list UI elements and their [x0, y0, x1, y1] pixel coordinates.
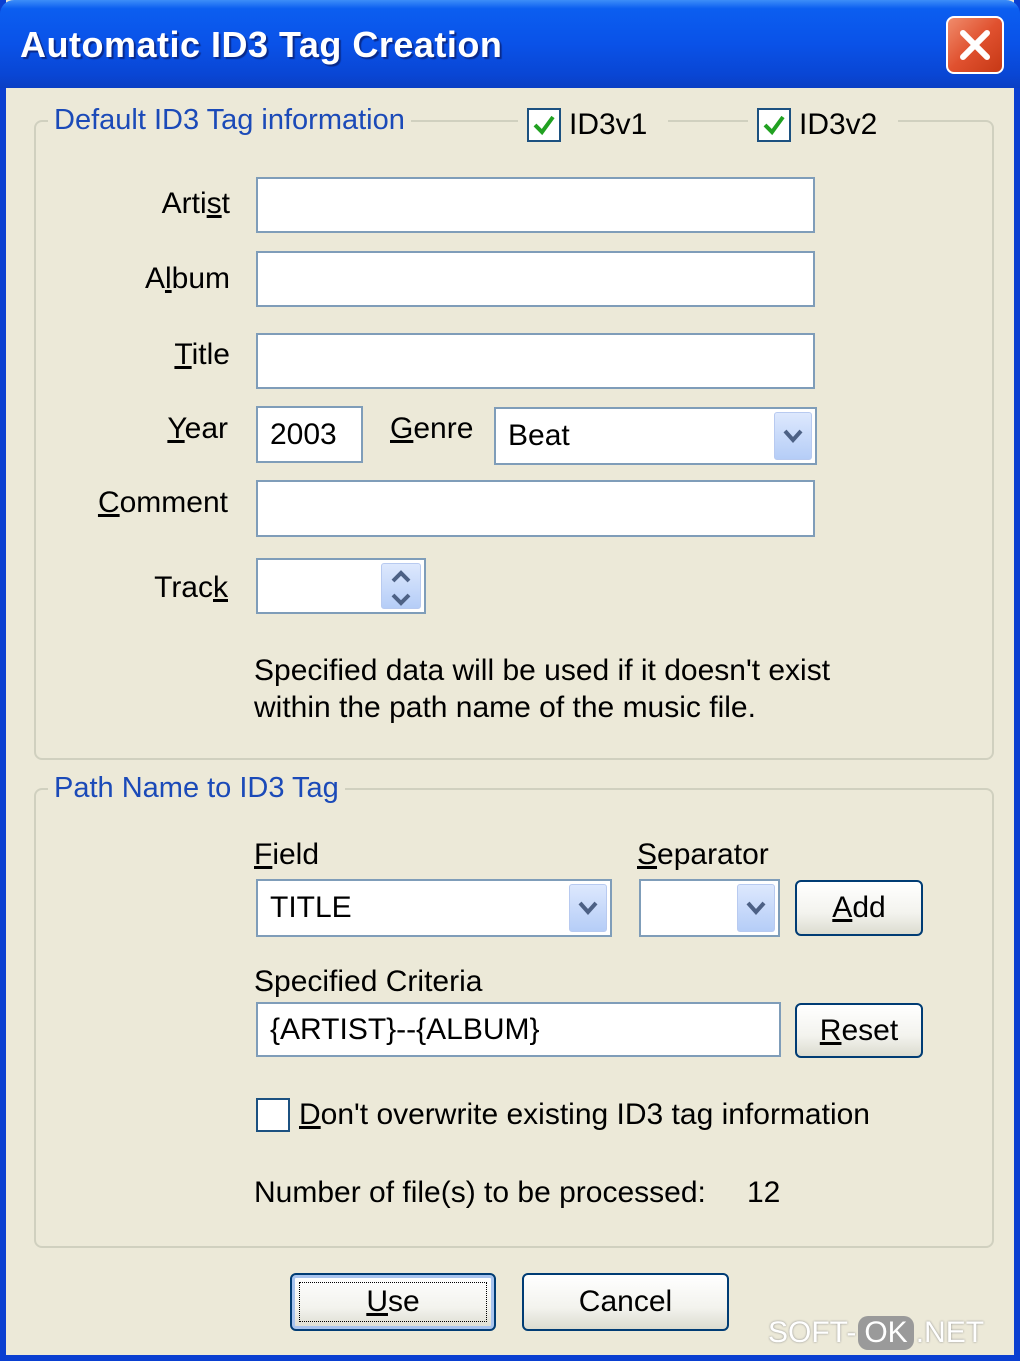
default-note: Specified data will be used if it doesn'… [254, 652, 830, 726]
focus-rect [299, 1282, 487, 1322]
files-count-label: Number of file(s) to be processed: [254, 1176, 706, 1209]
year-input[interactable]: 2003 [256, 406, 363, 463]
genre-label: Genre [390, 412, 474, 445]
dont-overwrite-label: Don't overwrite existing ID3 tag informa… [299, 1098, 870, 1131]
title-label: Title [174, 338, 230, 371]
genre-dropdown-button[interactable] [774, 412, 812, 460]
add-button-label: Add [832, 891, 886, 924]
path-name-legend: Path Name to ID3 Tag [48, 772, 345, 805]
close-icon [960, 30, 990, 60]
album-input[interactable] [256, 251, 815, 307]
separator-label: Separator [637, 838, 769, 871]
id3v2-option[interactable]: ID3v2 [748, 104, 898, 144]
title-bar[interactable]: Automatic ID3 Tag Creation [0, 0, 1020, 88]
window-title: Automatic ID3 Tag Creation [20, 24, 503, 65]
genre-select[interactable]: Beat [494, 407, 817, 465]
field-value: TITLE [270, 891, 352, 924]
criteria-label: Specified Criteria [254, 965, 483, 998]
chevron-down-icon [746, 901, 766, 915]
track-spin-buttons[interactable] [381, 563, 421, 609]
artist-label: Artist [161, 187, 230, 220]
field-dropdown-button[interactable] [569, 884, 607, 932]
year-label: Year [167, 412, 228, 445]
watermark: SOFT- OK .NET [768, 1316, 984, 1350]
checkmark-icon [763, 115, 785, 136]
genre-value: Beat [508, 419, 570, 452]
add-button[interactable]: Add [795, 880, 923, 936]
default-id3-legend: Default ID3 Tag information [48, 104, 411, 137]
comment-label: Comment [97, 486, 228, 519]
default-note-line1: Specified data will be used if it doesn'… [254, 654, 831, 687]
files-count-value: 12 [747, 1176, 781, 1209]
id3v2-label: ID3v2 [799, 108, 878, 141]
id3v1-checkbox[interactable] [527, 108, 561, 142]
comment-input[interactable] [256, 480, 815, 537]
chevron-down-icon [578, 901, 598, 915]
watermark-ok: OK [858, 1316, 914, 1350]
reset-button[interactable]: Reset [795, 1003, 923, 1058]
close-button[interactable] [946, 16, 1004, 74]
separator-dropdown-button[interactable] [737, 884, 775, 932]
separator-select[interactable] [639, 879, 780, 937]
chevron-down-icon [783, 429, 803, 443]
field-label: Field [254, 838, 320, 871]
id3v1-label: ID3v1 [569, 108, 648, 141]
default-note-line2: within the path name of the music file. [254, 691, 756, 724]
artist-input[interactable] [256, 177, 815, 233]
watermark-post: .NET [915, 1316, 985, 1349]
dont-overwrite-option[interactable]: Don't overwrite existing ID3 tag informa… [254, 1096, 914, 1136]
use-button[interactable]: Use [290, 1273, 496, 1331]
spin-arrows-icon [391, 570, 411, 606]
track-stepper[interactable] [256, 558, 426, 614]
id3v2-checkbox[interactable] [757, 108, 791, 142]
album-label: Album [144, 262, 230, 295]
dont-overwrite-checkbox[interactable] [256, 1098, 290, 1132]
field-select[interactable]: TITLE [256, 879, 612, 937]
id3v1-option[interactable]: ID3v1 [518, 104, 668, 144]
reset-button-label: Reset [819, 1013, 899, 1047]
track-label: Track [154, 571, 228, 604]
watermark-pre: SOFT- [768, 1316, 857, 1349]
cancel-button[interactable]: Cancel [522, 1273, 729, 1331]
cancel-button-label: Cancel [578, 1285, 673, 1318]
criteria-input[interactable]: {ARTIST}--{ALBUM} [256, 1002, 781, 1057]
checkmark-icon [533, 115, 555, 136]
title-input[interactable] [256, 333, 815, 389]
